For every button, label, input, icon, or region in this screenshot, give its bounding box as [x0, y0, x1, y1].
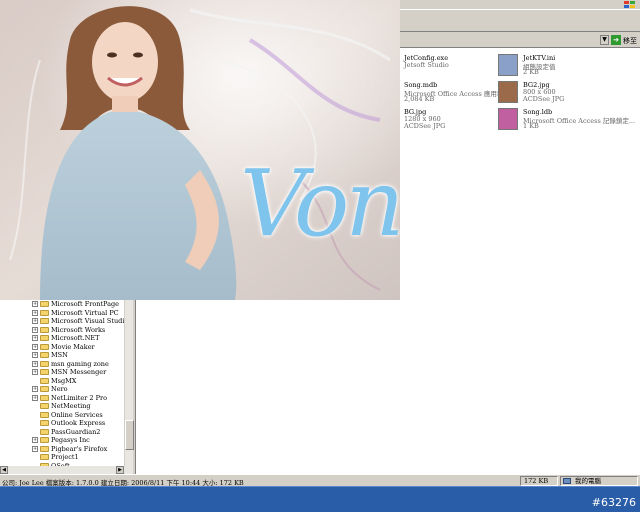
- tree-expand-icon[interactable]: +: [32, 318, 38, 324]
- folder-icon: [40, 301, 49, 307]
- folder-icon: [40, 411, 49, 418]
- status-zone-label: 我的電腦: [575, 477, 601, 485]
- file-size: 1 KB: [523, 122, 539, 130]
- file-description: Jetsoft Studio: [404, 61, 449, 69]
- tree-folder-label: MSN Messenger: [51, 368, 107, 376]
- tree-folder-label: Pigbear's Firefox: [51, 444, 108, 453]
- scrollbar-thumb[interactable]: [125, 420, 134, 450]
- folder-icon: [40, 386, 49, 392]
- folder-icon: [40, 335, 49, 341]
- tree-folder-label: Microsoft Virtual PC: [51, 308, 119, 317]
- tree-folder-label: PassGuardian2: [51, 427, 101, 436]
- scroll-left-arrow-icon[interactable]: ◀: [0, 466, 8, 474]
- tree-expand-icon[interactable]: +: [32, 369, 38, 375]
- folder-icon: [40, 377, 49, 384]
- tree-expand-icon[interactable]: +: [32, 343, 38, 350]
- wallpaper-script-text: Von: [240, 150, 400, 257]
- tree-folder-label: NetMeeting: [51, 402, 91, 410]
- file-description: Microsoft Office Access 記錄鎖定...: [523, 117, 636, 125]
- tree-folder-label: msn gaming zone: [51, 359, 109, 368]
- windows-logo-icon: [624, 1, 636, 9]
- tree-folder-label: Microsoft.NET: [51, 334, 100, 342]
- status-bar: 公司: Joe Lee 檔案版本: 1.7.0.0 建立日期: 2006/8/1…: [0, 474, 640, 487]
- folder-icon: [40, 394, 49, 401]
- folder-icon: [40, 326, 49, 333]
- tree-expand-icon[interactable]: +: [32, 309, 38, 316]
- file-size: ACDSee JPG: [523, 95, 565, 103]
- desktop-screen: ▼ ➔ 移至 JetConfig.exe Jetsoft Studio JetKTV…: [0, 0, 640, 512]
- ini-settings-icon: [498, 54, 518, 76]
- folder-icon: [40, 343, 49, 350]
- tree-horizontal-scrollbar[interactable]: ◀ ▶: [0, 466, 133, 474]
- tree-folder-label: Nero: [51, 385, 68, 393]
- folder-icon: [40, 445, 49, 452]
- tree-folder-label: Online Services: [51, 410, 103, 419]
- tree-folder-label: Microsoft FrontPage: [51, 300, 120, 308]
- tree-folder-label: Project1: [51, 453, 79, 461]
- tree-folder-label: MsgMX: [51, 376, 77, 385]
- tree-folder-label: Outlook Express: [51, 419, 106, 427]
- tree-expand-icon[interactable]: +: [32, 394, 38, 401]
- menu-bar[interactable]: [400, 0, 640, 10]
- wallpaper-photo: Von: [0, 0, 400, 300]
- folder-icon: [40, 352, 49, 358]
- folder-icon: [40, 369, 49, 375]
- folder-icon: [40, 428, 49, 435]
- ldb-lock-icon: [498, 108, 518, 130]
- tree-folder-label: Pegasys Inc: [51, 436, 90, 444]
- file-size: 2,084 KB: [404, 95, 435, 103]
- tree-expand-icon[interactable]: +: [32, 326, 38, 333]
- tree-folder-label: Microsoft Works: [51, 325, 106, 334]
- tree-expand-icon[interactable]: +: [32, 352, 38, 358]
- go-arrow-icon[interactable]: ➔: [611, 35, 621, 45]
- toolbar: [400, 10, 640, 32]
- scroll-right-arrow-icon[interactable]: ▶: [116, 466, 124, 474]
- folder-icon: [40, 420, 49, 426]
- status-size: 172 KB: [520, 476, 558, 486]
- tree-folder-label: Microsoft Visual Studio: [51, 317, 129, 325]
- jpg-image-icon: [498, 81, 518, 103]
- tree-expand-icon[interactable]: +: [32, 445, 38, 452]
- file-size: 2 KB: [523, 68, 539, 76]
- file-item[interactable]: BG2.jpg 800 x 600 ACDSee JPG: [498, 79, 623, 107]
- image-tag-label: #63276: [591, 496, 636, 509]
- folder-tree-pane[interactable]: + Microsoft FrontPage + Microsoft Virtual P…: [0, 300, 133, 474]
- tree-expand-icon[interactable]: +: [32, 437, 38, 443]
- folder-icon: [40, 437, 49, 443]
- file-item[interactable]: JetKTV.ini 組態設定值 2 KB: [498, 52, 623, 80]
- tree-folder-label: Movie Maker: [51, 342, 95, 351]
- tree-folder-label: NetLimiter 2 Pro: [51, 393, 108, 402]
- tree-vertical-scrollbar[interactable]: [124, 300, 134, 466]
- taskbar[interactable]: #63276: [0, 486, 640, 512]
- file-item[interactable]: Song.ldb Microsoft Office Access 記錄鎖定... 1…: [498, 106, 635, 134]
- folder-icon: [40, 403, 49, 409]
- address-dropdown-button[interactable]: ▼: [600, 35, 609, 45]
- tree-expand-icon[interactable]: +: [32, 386, 38, 392]
- my-computer-icon: [563, 478, 571, 484]
- folder-icon: [40, 454, 49, 460]
- tree-folder-label: MSN: [51, 351, 68, 359]
- folder-icon: [40, 318, 49, 324]
- tree-expand-icon[interactable]: +: [32, 301, 38, 307]
- address-bar[interactable]: ▼ ➔ 移至: [400, 33, 640, 48]
- file-size: ACDSee JPG: [404, 122, 446, 130]
- tree-expand-icon[interactable]: +: [32, 335, 38, 341]
- status-zone: 我的電腦: [560, 476, 638, 486]
- tree-expand-icon[interactable]: +: [32, 360, 38, 367]
- go-button-label[interactable]: 移至: [623, 36, 637, 46]
- folder-icon: [40, 360, 49, 367]
- folder-icon: [40, 309, 49, 316]
